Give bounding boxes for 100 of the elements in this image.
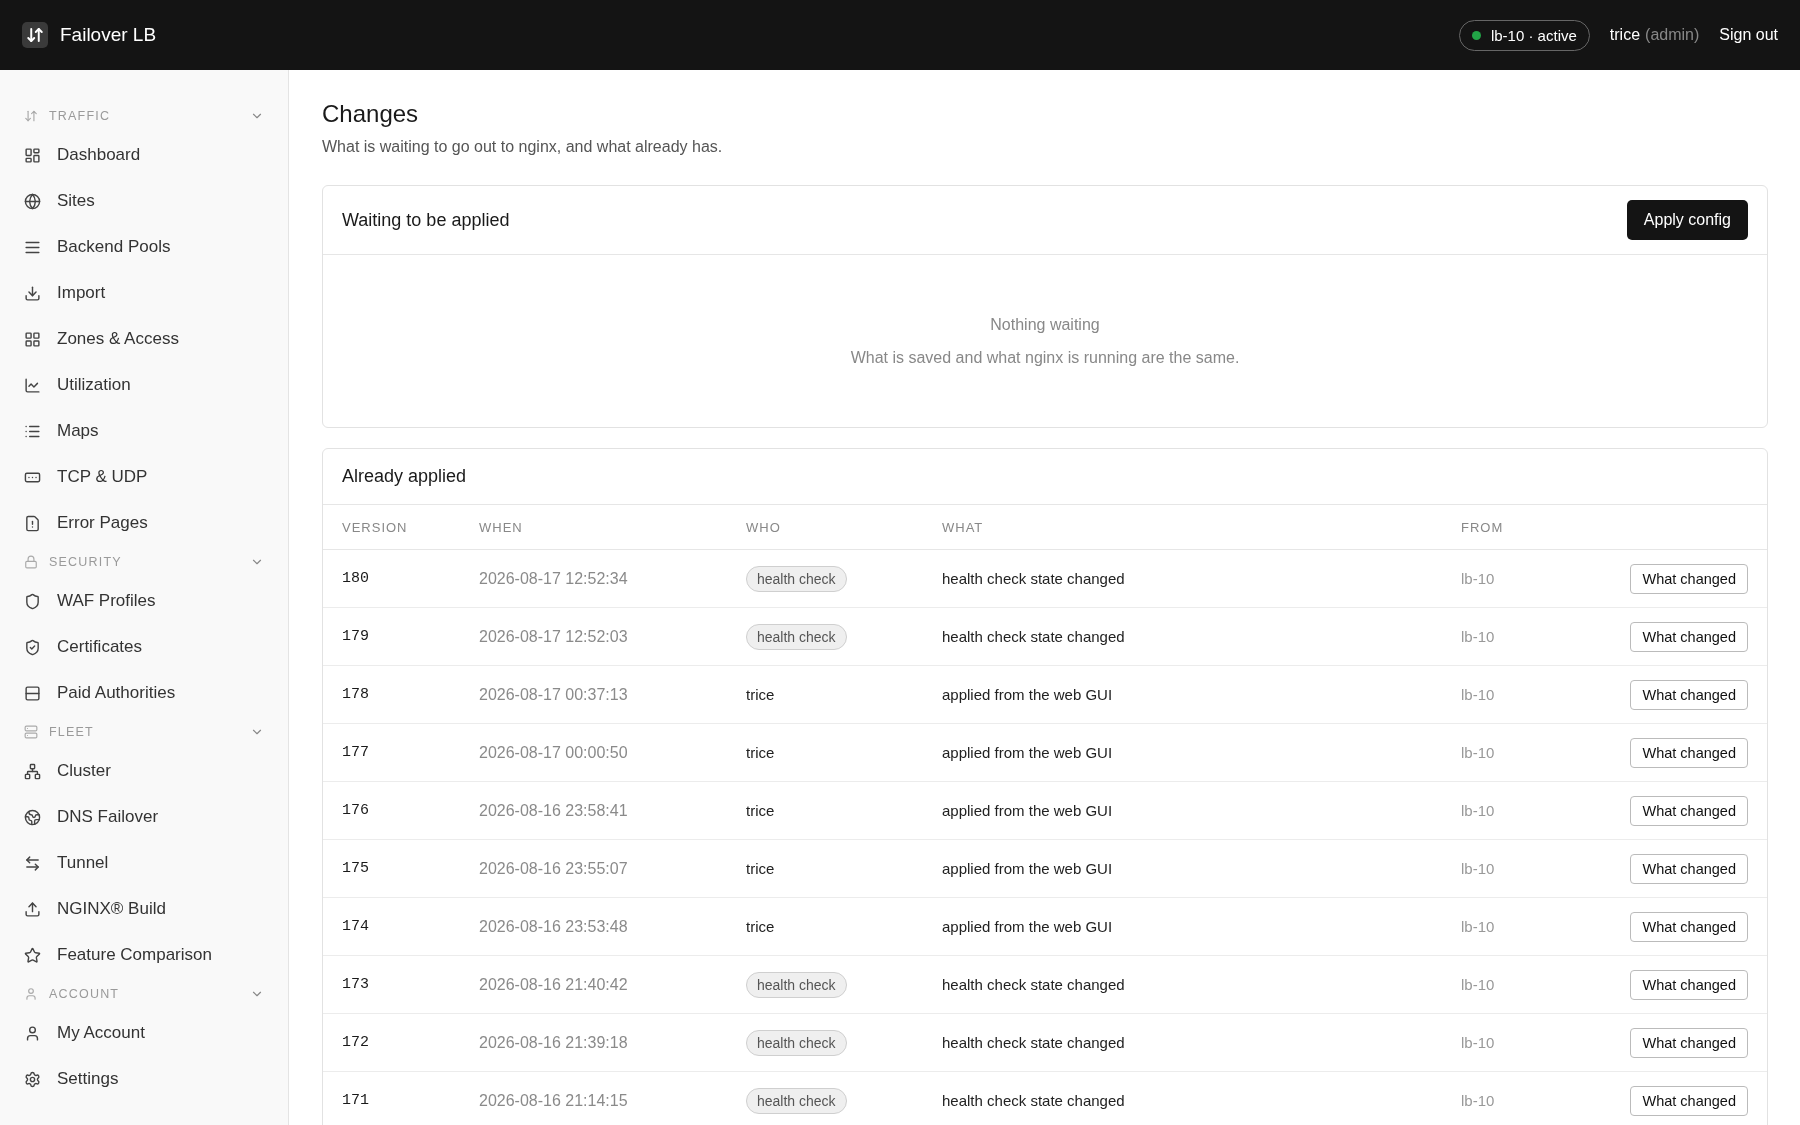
- nav-item[interactable]: Certificates: [24, 624, 264, 670]
- arrows-icon: [24, 109, 38, 123]
- table-cell-text: 180: [342, 570, 370, 587]
- section-title: SECURITY: [49, 555, 123, 569]
- node-label: lb-10 · active: [1490, 26, 1577, 44]
- nav-item[interactable]: Tunnel: [24, 840, 264, 886]
- table-cell-text: trice: [746, 860, 776, 877]
- table-cell-text: 2026-08-17 12:52:34: [479, 569, 629, 588]
- table-cell-text: 173: [342, 976, 370, 993]
- table-cell-text: 179: [342, 628, 370, 645]
- empty-title: Nothing waiting: [990, 315, 1100, 334]
- server-icon: [24, 725, 38, 739]
- table-cell-text: 2026-08-16 21:39:18: [479, 1033, 629, 1052]
- section-title: TRAFFIC: [49, 109, 112, 123]
- table-cell-text: health check state changed: [942, 976, 1126, 993]
- what-changed-button[interactable]: What changed: [1630, 853, 1748, 884]
- upload-icon: [24, 900, 41, 918]
- column-header: WHEN: [479, 519, 524, 535]
- nav-item[interactable]: Maps: [24, 408, 264, 454]
- shield-check-icon: [24, 638, 41, 656]
- user-name: trice: [1609, 26, 1641, 44]
- what-changed-button[interactable]: What changed: [1630, 563, 1748, 594]
- table-cell-text: 2026-08-16 21:14:15: [479, 1091, 629, 1110]
- what-changed-button[interactable]: What changed: [1630, 1085, 1748, 1116]
- column-header: FROM: [1461, 519, 1505, 535]
- table-cell-text: applied from the web GUI: [942, 918, 1114, 935]
- table-cell-text: 175: [342, 860, 370, 877]
- arrows-icon: [24, 854, 41, 872]
- settings-icon: [24, 1070, 41, 1088]
- sign-out-link[interactable]: Sign out: [1719, 26, 1778, 44]
- table-cell-text: trice: [746, 802, 776, 819]
- table-cell-text: applied from the web GUI: [942, 860, 1114, 877]
- page-title: Changes: [322, 100, 420, 128]
- apply-config-button[interactable]: Apply config: [1626, 200, 1748, 240]
- what-changed-button[interactable]: What changed: [1630, 969, 1748, 1000]
- table-cell-text: 2026-08-16 23:55:07: [479, 859, 629, 878]
- section-title: FLEET: [49, 725, 95, 739]
- what-changed-button[interactable]: What changed: [1630, 621, 1748, 652]
- lock-icon: [24, 555, 38, 569]
- what-changed-button[interactable]: What changed: [1630, 1027, 1748, 1058]
- card-title: Waiting to be applied: [342, 209, 510, 231]
- page-subtitle: What is waiting to go out to nginx, and what already has.: [322, 138, 724, 156]
- table-cell-text: 2026-08-17 12:52:03: [479, 627, 629, 646]
- nav-item[interactable]: NGINX® Build: [24, 886, 264, 932]
- nav-item[interactable]: Dashboard: [24, 132, 264, 178]
- table-cell-text: health check state changed: [942, 1034, 1126, 1051]
- network-icon: [24, 762, 41, 780]
- nav-item[interactable]: Import: [24, 270, 264, 316]
- table-cell-text: lb-10: [1461, 628, 1496, 645]
- table-cell-text: 2026-08-16 21:40:42: [479, 975, 629, 994]
- logo-icon: [22, 22, 48, 48]
- dashboard-icon: [24, 146, 41, 164]
- nav-item[interactable]: Paid Authorities: [24, 670, 264, 716]
- table-cell-text: trice: [746, 686, 776, 703]
- nav-item[interactable]: WAF Profiles: [24, 578, 264, 624]
- nav-item[interactable]: Settings: [24, 1056, 264, 1102]
- nav-item[interactable]: Backend Pools: [24, 224, 264, 270]
- table-cell-text: applied from the web GUI: [942, 802, 1114, 819]
- globe-icon: [24, 192, 41, 210]
- table-cell-text: applied from the web GUI: [942, 744, 1114, 761]
- line-chart-icon: [24, 376, 41, 394]
- what-changed-button[interactable]: What changed: [1630, 795, 1748, 826]
- rows-icon: [24, 684, 41, 702]
- table-cell-text: lb-10: [1461, 1034, 1496, 1051]
- nav-item[interactable]: Sites: [24, 178, 264, 224]
- table-cell-text: lb-10: [1461, 1092, 1496, 1109]
- table-cell-text: 171: [342, 1092, 370, 1109]
- who-tag: health check: [746, 1029, 847, 1056]
- nav-item[interactable]: Error Pages: [24, 500, 264, 546]
- table-cell-text: applied from the web GUI: [942, 686, 1114, 703]
- table-cell-text: trice: [746, 744, 776, 761]
- table-cell-text: 2026-08-17 00:37:13: [479, 685, 629, 704]
- shield-icon: [24, 592, 41, 610]
- who-tag: health check: [746, 971, 847, 998]
- file-warning-icon: [24, 514, 41, 532]
- who-tag: health check: [746, 623, 847, 650]
- table-cell-text: 177: [342, 744, 370, 761]
- table-cell-text: trice: [746, 918, 776, 935]
- what-changed-button[interactable]: What changed: [1630, 737, 1748, 768]
- nav-item[interactable]: My Account: [24, 1010, 264, 1056]
- column-header: WHAT: [942, 519, 985, 535]
- what-changed-button[interactable]: What changed: [1630, 679, 1748, 710]
- table-cell-text: lb-10: [1461, 744, 1496, 761]
- table-cell-text: lb-10: [1461, 976, 1496, 993]
- nav-item[interactable]: TCP & UDP: [24, 454, 264, 500]
- user-icon: [24, 987, 38, 1001]
- table-cell-text: lb-10: [1461, 860, 1496, 877]
- nav-item[interactable]: DNS Failover: [24, 794, 264, 840]
- card-title: Already applied: [342, 466, 467, 487]
- nav-item[interactable]: Zones & Access: [24, 316, 264, 362]
- what-changed-button[interactable]: What changed: [1630, 911, 1748, 942]
- nav-item[interactable]: Cluster: [24, 748, 264, 794]
- empty-text: What is saved and what nginx is running are the same.: [850, 348, 1240, 367]
- table-cell-text: lb-10: [1461, 686, 1496, 703]
- table-cell-text: 174: [342, 918, 370, 935]
- nav-item[interactable]: Utilization: [24, 362, 264, 408]
- table-cell-text: 172: [342, 1034, 370, 1051]
- column-header: VERSION: [342, 519, 409, 535]
- nav-item[interactable]: Feature Comparison: [24, 932, 264, 978]
- user-icon: [24, 1024, 41, 1042]
